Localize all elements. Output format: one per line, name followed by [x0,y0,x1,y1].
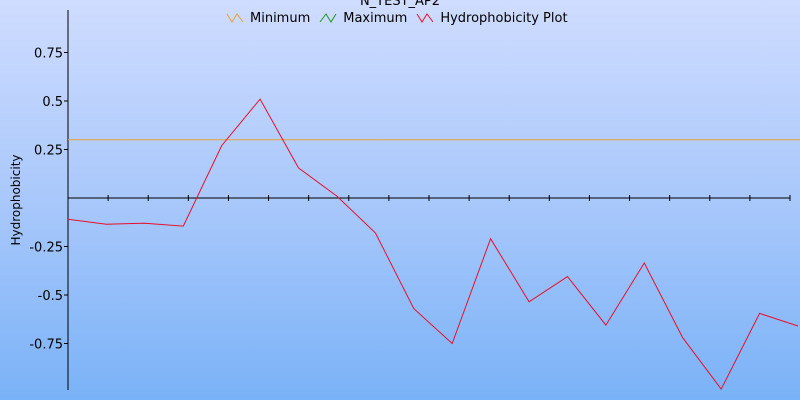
plot-area: 0.75 0.5 0.25 -0.25 -0.5 -0.75 [29,10,800,391]
y-tick-label: -0.75 [29,338,63,353]
chart: N_TEST_AP2 Minimum Maximum Hydrophobicit… [0,0,800,400]
y-tick-label: -0.5 [38,289,63,304]
y-tick-label: 0.5 [42,95,63,110]
y-tick-label: -0.25 [29,241,63,256]
y-tick-label: 0.75 [34,47,63,62]
hydrophobicity-line [67,98,799,391]
y-tick-label: 0.25 [34,144,63,159]
